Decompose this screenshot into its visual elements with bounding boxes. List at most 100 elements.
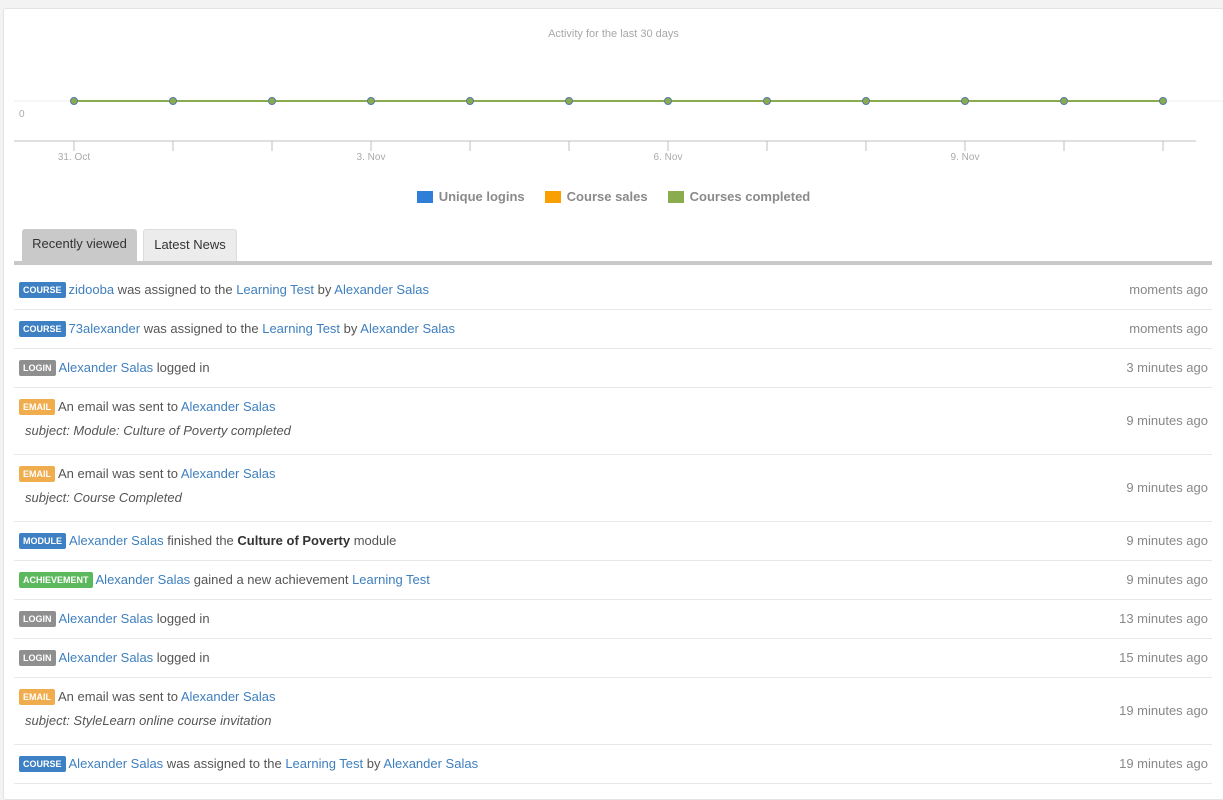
activity-link[interactable]: 73alexander: [69, 321, 141, 336]
activity-link[interactable]: Alexander Salas: [383, 756, 478, 771]
activity-timestamp: 9 minutes ago: [1126, 533, 1208, 548]
activity-type-badge: ACHIEVEMENT: [19, 572, 93, 588]
data-point: [169, 97, 177, 105]
activity-row: LOGIN Alexander Salas logged in 13 minutes…: [14, 600, 1212, 639]
activity-timestamp: 9 minutes ago: [1126, 572, 1208, 587]
data-point: [1060, 97, 1068, 105]
tab-latest-news[interactable]: Latest News: [143, 229, 237, 261]
activity-type-badge: EMAIL: [19, 399, 55, 415]
activity-type-badge: LOGIN: [19, 611, 56, 627]
activity-text: MODULE Alexander Salas finished the Cultu…: [19, 533, 396, 549]
activity-type-badge: COURSE: [19, 756, 66, 772]
activity-tabs: Recently viewed Latest News: [14, 229, 1212, 265]
activity-timestamp: 3 minutes ago: [1126, 360, 1208, 375]
activity-row: EMAIL An email was sent to Alexander Sala…: [14, 388, 1212, 455]
activity-text: COURSE 73alexander was assigned to the Le…: [19, 321, 455, 337]
email-subject: subject: StyleLearn online course invita…: [25, 713, 272, 728]
legend-item[interactable]: Course sales: [544, 189, 648, 204]
x-tick-label: 6. Nov: [654, 152, 683, 163]
activity-text: COURSE zidooba was assigned to the Learni…: [19, 282, 429, 298]
activity-plain-text: logged in: [153, 611, 210, 626]
data-point: [466, 97, 474, 105]
activity-link[interactable]: Alexander Salas: [334, 282, 429, 297]
email-subject: subject: Module: Culture of Poverty comp…: [25, 423, 291, 438]
data-point: [862, 97, 870, 105]
activity-timestamp: 19 minutes ago: [1119, 703, 1208, 718]
legend-swatch: [667, 190, 684, 203]
dashboard-panel: Activity for the last 30 days 0 31. Oct 3.…: [3, 8, 1223, 800]
activity-type-badge: COURSE: [19, 321, 66, 337]
activity-type-badge: LOGIN: [19, 360, 56, 376]
activity-link[interactable]: Alexander Salas: [59, 611, 154, 626]
activity-type-badge: COURSE: [19, 282, 66, 298]
activity-link[interactable]: Learning Test: [262, 321, 340, 336]
activity-type-badge: EMAIL: [19, 689, 55, 705]
activity-text: EMAIL An email was sent to Alexander Sala…: [19, 399, 276, 415]
x-tick-label: 3. Nov: [357, 152, 386, 163]
activity-plain-text: by: [363, 756, 384, 771]
activity-row: COURSE 73alexander was assigned to the Le…: [14, 310, 1212, 349]
legend-label: Unique logins: [438, 189, 525, 204]
activity-link[interactable]: Alexander Salas: [69, 533, 164, 548]
activity-row: EMAIL An email was sent to Alexander Sala…: [14, 455, 1212, 522]
activity-plain-text: An email was sent to: [58, 689, 181, 704]
activity-timestamp: moments ago: [1129, 321, 1208, 336]
data-point: [1159, 97, 1167, 105]
email-subject: subject: Course Completed: [25, 490, 182, 505]
activity-text: EMAIL An email was sent to Alexander Sala…: [19, 466, 276, 482]
activity-plain-text: An email was sent to: [58, 399, 181, 414]
legend-item[interactable]: Courses completed: [667, 189, 810, 204]
activity-row: EMAIL An email was sent to Alexander Sala…: [14, 678, 1212, 745]
activity-bold-text: Culture of Poverty: [237, 533, 351, 548]
activity-plain-text: by: [314, 282, 335, 297]
data-point: [664, 97, 672, 105]
activity-link[interactable]: Alexander Salas: [360, 321, 455, 336]
activity-plain-text: finished the: [163, 533, 238, 548]
activity-link[interactable]: Alexander Salas: [96, 572, 191, 587]
legend-item[interactable]: Unique logins: [416, 189, 525, 204]
activity-timestamp: moments ago: [1129, 282, 1208, 297]
tab-recently-viewed[interactable]: Recently viewed: [22, 229, 137, 261]
activity-text: EMAIL An email was sent to Alexander Sala…: [19, 689, 276, 705]
data-point: [961, 97, 969, 105]
activity-link[interactable]: Alexander Salas: [59, 650, 154, 665]
y-tick-label: 0: [19, 109, 25, 120]
activity-plain-text: was assigned to the: [140, 321, 263, 336]
activity-text: ACHIEVEMENT Alexander Salas gained a new …: [19, 572, 430, 588]
activity-text: LOGIN Alexander Salas logged in: [19, 360, 210, 376]
data-point: [565, 97, 573, 105]
activity-timestamp: 19 minutes ago: [1119, 756, 1208, 771]
chart-plot: 0 31. Oct 3. Nov 6. Nov 9. Nov: [14, 97, 1223, 163]
x-tick-label: 9. Nov: [951, 152, 980, 163]
activity-link[interactable]: Learning Test: [285, 756, 363, 771]
activity-type-badge: MODULE: [19, 533, 66, 549]
activity-type-badge: LOGIN: [19, 650, 56, 666]
data-point: [70, 97, 78, 105]
activity-plain-text: by: [340, 321, 361, 336]
activity-link[interactable]: Alexander Salas: [181, 399, 276, 414]
activity-plain-text: was assigned to the: [114, 282, 237, 297]
activity-row: LOGIN Alexander Salas logged in 3 minutes …: [14, 349, 1212, 388]
activity-link[interactable]: Alexander Salas: [181, 466, 276, 481]
data-point: [367, 97, 375, 105]
activity-row: MODULE Alexander Salas finished the Cultu…: [14, 522, 1212, 561]
activity-timestamp: 9 minutes ago: [1126, 413, 1208, 428]
activity-plain-text: was assigned to the: [163, 756, 286, 771]
legend-label: Course sales: [566, 189, 648, 204]
legend-swatch: [544, 190, 561, 203]
activity-link[interactable]: Alexander Salas: [69, 756, 164, 771]
activity-feed: COURSE zidooba was assigned to the Learni…: [14, 271, 1212, 784]
chart-legend: Unique logins Course sales Courses complet…: [4, 189, 1223, 204]
activity-plain-text: module: [350, 533, 397, 548]
legend-swatch: [416, 190, 433, 203]
activity-row: COURSE zidooba was assigned to the Learni…: [14, 271, 1212, 310]
activity-link[interactable]: zidooba: [69, 282, 115, 297]
activity-row: COURSE Alexander Salas was assigned to th…: [14, 745, 1212, 784]
activity-plain-text: logged in: [153, 360, 210, 375]
activity-link[interactable]: Learning Test: [236, 282, 314, 297]
activity-link[interactable]: Alexander Salas: [181, 689, 276, 704]
activity-plain-text: logged in: [153, 650, 210, 665]
activity-link[interactable]: Learning Test: [352, 572, 430, 587]
activity-link[interactable]: Alexander Salas: [59, 360, 154, 375]
activity-plain-text: gained a new achievement: [190, 572, 353, 587]
